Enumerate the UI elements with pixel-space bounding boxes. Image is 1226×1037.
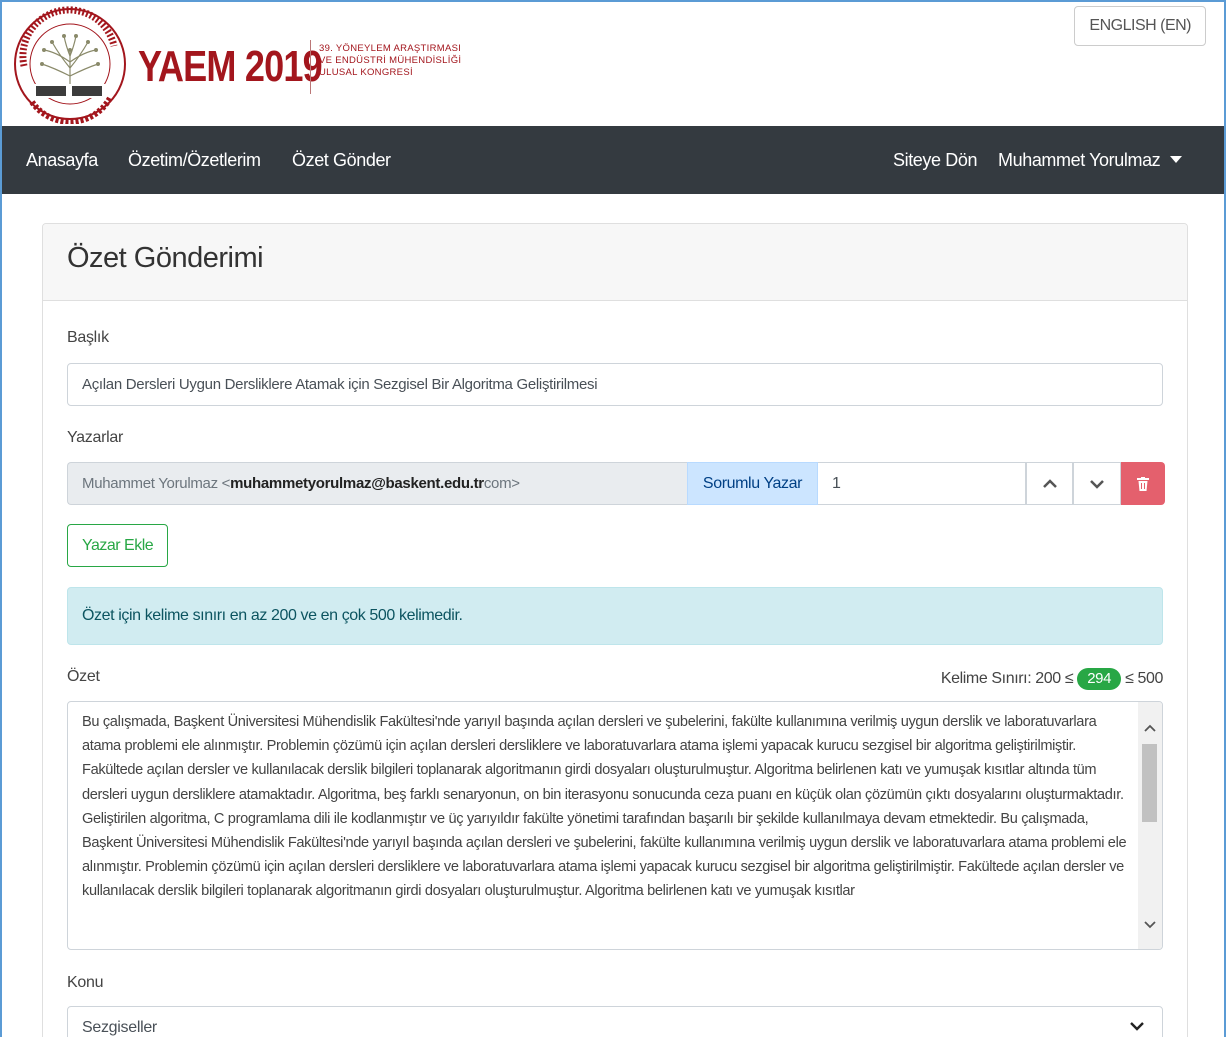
word-limit-min: Kelime Sınırı: 200 ≤ [940, 670, 1074, 687]
caret-down-icon [1170, 155, 1183, 163]
author-order-field[interactable]: 1 [818, 462, 1026, 505]
move-up-button[interactable] [1026, 462, 1073, 505]
scroll-thumb[interactable] [1142, 744, 1157, 822]
brand-title: YAEM 2019 [138, 42, 323, 91]
chevron-down-icon [1130, 1022, 1144, 1031]
brand-subtitle-line: 39. YÖNEYLEM ARAŞTIRMASI [319, 43, 462, 54]
user-name: Muhammet Yorulmaz [998, 150, 1161, 170]
scroll-down-button[interactable] [1138, 915, 1162, 935]
abstract-label: Özet [67, 668, 100, 685]
card-header: Özet Gönderimi [43, 224, 1187, 301]
trash-icon [1137, 476, 1149, 491]
author-name-field: Muhammet Yorulmaz <muhammetyorulmaz@bask… [67, 462, 687, 505]
scroll-up-button[interactable] [1138, 718, 1162, 738]
card-title: Özet Gönderimi [67, 242, 264, 274]
nav-home[interactable]: Anasayfa [26, 126, 98, 194]
word-count-badge: 294 [1077, 668, 1122, 690]
abstract-text: Bu çalışmada, Başkent Üniversitesi Mühen… [82, 714, 1127, 900]
user-menu[interactable]: Muhammet Yorulmaz [998, 126, 1183, 194]
title-input[interactable]: Açılan Dersleri Uygun Dersliklere Atamak… [67, 363, 1163, 406]
chevron-up-icon [1144, 724, 1156, 732]
add-author-button[interactable]: Yazar Ekle [67, 524, 169, 567]
delete-author-button[interactable] [1121, 462, 1165, 505]
author-role-badge: Sorumlu Yazar [687, 462, 818, 505]
chevron-down-icon [1144, 921, 1156, 929]
brand-subtitle-line: ULUSAL KONGRESİ [319, 67, 413, 78]
abstract-scrollbar[interactable] [1138, 702, 1162, 949]
authors-label: Yazarlar [67, 429, 123, 446]
word-limit-indicator: Kelime Sınırı: 200 ≤ 294 ≤ 500 [941, 668, 1163, 690]
topic-select[interactable]: Sezgiseller [67, 1006, 1163, 1037]
author-name: Muhammet Yorulmaz < [82, 475, 231, 492]
main-navbar: Anasayfa Özetim/Özetlerim Özet Gönder Si… [2, 126, 1224, 194]
seal-logo-icon [14, 6, 126, 124]
brand-subtitle-line: VE ENDÜSTRİ MÜHENDİSLİĞİ [319, 55, 462, 66]
brand-subtitle: 39. YÖNEYLEM ARAŞTIRMASI VE ENDÜSTRİ MÜH… [319, 43, 461, 79]
word-limit-alert: Özet için kelime sınırı en az 200 ve en … [67, 587, 1163, 645]
topic-selected-value: Sezgiseller [82, 1019, 157, 1036]
brand-divider [310, 40, 311, 94]
nav-submit-abstract[interactable]: Özet Gönder [292, 126, 391, 194]
author-email: muhammetyorulmaz@baskent.edu.tr [230, 475, 484, 492]
title-label: Başlık [67, 329, 109, 346]
chevron-up-icon [1042, 478, 1057, 488]
language-button[interactable]: ENGLISH (EN) [1074, 6, 1206, 46]
topic-label: Konu [67, 974, 104, 991]
author-row: Muhammet Yorulmaz <muhammetyorulmaz@bask… [67, 462, 1165, 505]
nav-back-to-site[interactable]: Siteye Dön [893, 126, 977, 194]
word-limit-max: ≤ 500 [1125, 670, 1163, 687]
author-email-suffix: com> [483, 475, 520, 492]
chevron-down-icon [1090, 479, 1104, 489]
move-down-button[interactable] [1073, 462, 1121, 505]
site-header: YAEM 2019 39. YÖNEYLEM ARAŞTIRMASI VE EN… [2, 2, 1224, 126]
abstract-form-card: Özet Gönderimi Başlık Açılan Dersleri Uy… [42, 223, 1188, 1037]
page-frame: YAEM 2019 39. YÖNEYLEM ARAŞTIRMASI VE EN… [0, 0, 1226, 1037]
nav-my-abstracts[interactable]: Özetim/Özetlerim [128, 126, 261, 194]
abstract-textarea[interactable]: Bu çalışmada, Başkent Üniversitesi Mühen… [67, 701, 1163, 950]
